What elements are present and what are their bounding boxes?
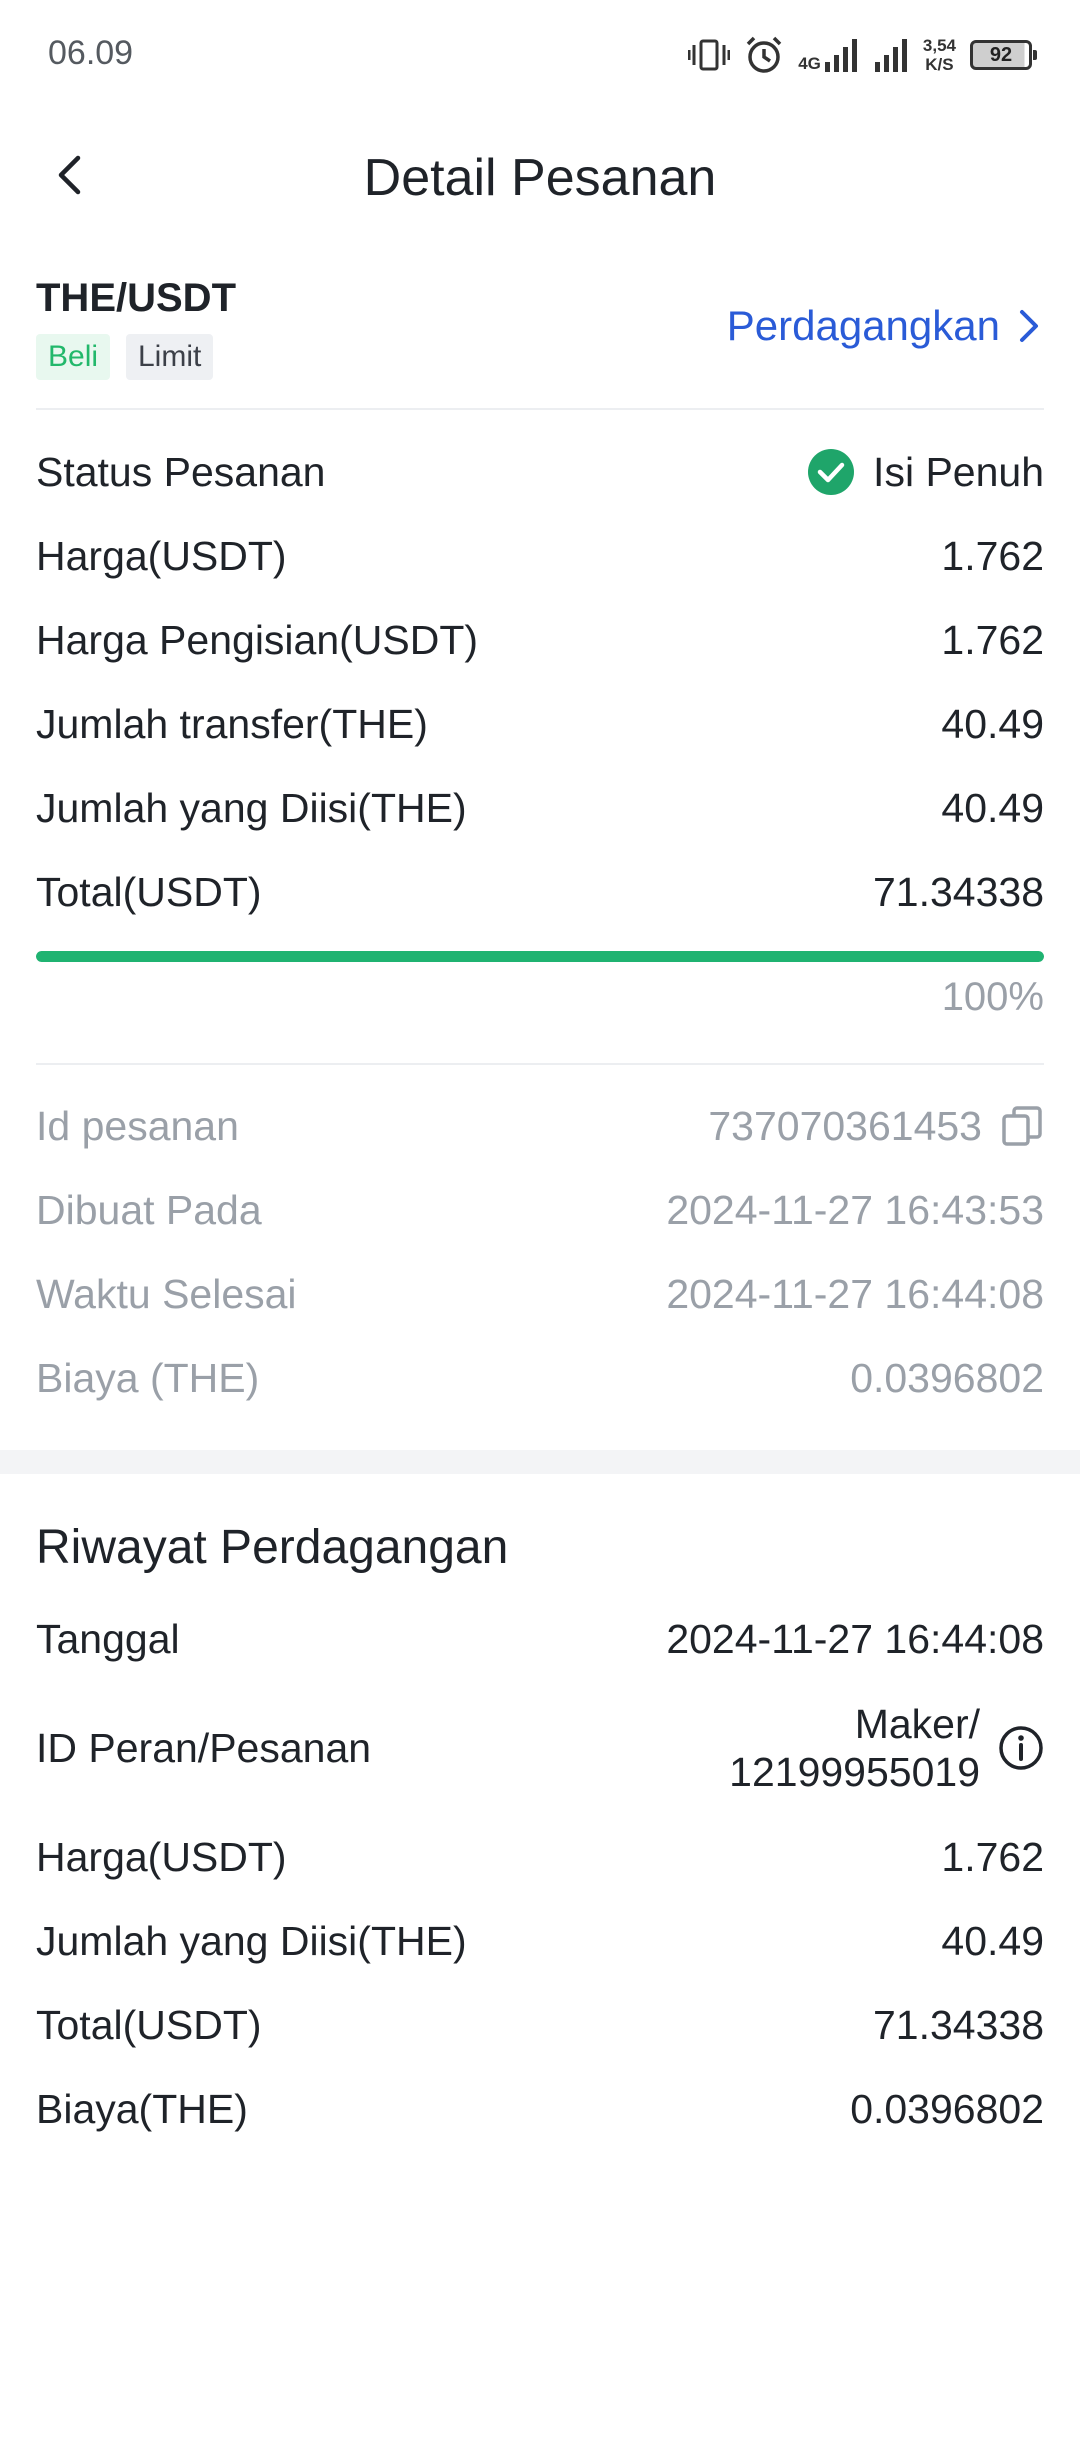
pair-name: THE/USDT bbox=[36, 276, 236, 320]
pair-block: THE/USDT Beli Limit Perdagangkan bbox=[36, 272, 1044, 412]
history-fee-value: 0.0396802 bbox=[850, 2085, 1044, 2132]
header: Detail Pesanan bbox=[0, 130, 1080, 220]
fill-progress-fill bbox=[36, 951, 1044, 962]
finished-label: Waktu Selesai bbox=[36, 1270, 297, 1317]
section-separator bbox=[0, 1450, 1080, 1474]
history-date-row: Tanggal 2024-11-27 16:44:08 bbox=[36, 1609, 1044, 1669]
divider bbox=[36, 408, 1044, 410]
total-row: Total(USDT) 71.34338 bbox=[36, 862, 1044, 922]
created-value: 2024-11-27 16:43:53 bbox=[666, 1186, 1044, 1233]
order-id-value: 737070361453 bbox=[708, 1102, 982, 1149]
order-id-label: Id pesanan bbox=[36, 1102, 239, 1149]
created-label: Dibuat Pada bbox=[36, 1186, 262, 1233]
signal-4g-icon: 4G bbox=[798, 38, 859, 72]
history-date-value: 2024-11-27 16:44:08 bbox=[666, 1615, 1044, 1662]
filled-label: Jumlah yang Diisi(THE) bbox=[36, 784, 467, 831]
fill-price-row: Harga Pengisian(USDT) 1.762 bbox=[36, 610, 1044, 670]
status-row: Status Pesanan Isi Penuh bbox=[36, 442, 1044, 502]
order-id-row: Id pesanan 737070361453 bbox=[36, 1096, 1044, 1156]
history-role-line2: 12199955019 bbox=[729, 1749, 980, 1795]
total-value: 71.34338 bbox=[872, 868, 1044, 915]
history-filled-label: Jumlah yang Diisi(THE) bbox=[36, 1917, 467, 1964]
network-speed-unit: K/S bbox=[925, 55, 954, 74]
order-id-value-group: 737070361453 bbox=[708, 1103, 1044, 1150]
signal-icon bbox=[874, 39, 907, 72]
amount-row: Jumlah transfer(THE) 40.49 bbox=[36, 694, 1044, 754]
history-price-row: Harga(USDT) 1.762 bbox=[36, 1827, 1044, 1887]
price-row: Harga(USDT) 1.762 bbox=[36, 526, 1044, 586]
history-role-value: Maker/ 12199955019 bbox=[729, 1700, 980, 1796]
page-title: Detail Pesanan bbox=[363, 149, 717, 207]
history-role-label: ID Peran/Pesanan bbox=[36, 1724, 372, 1771]
network-speed-value: 3,54 bbox=[922, 36, 956, 55]
side-tag: Beli bbox=[36, 334, 111, 380]
status-value-group: Isi Penuh bbox=[807, 448, 1044, 496]
battery-icon: 92 bbox=[970, 40, 1037, 70]
history-role-line1: Maker/ bbox=[854, 1701, 980, 1747]
history-fee-label: Biaya(THE) bbox=[36, 2085, 248, 2132]
copy-icon[interactable] bbox=[1000, 1104, 1044, 1148]
history-date-label: Tanggal bbox=[36, 1615, 180, 1662]
filled-row: Jumlah yang Diisi(THE) 40.49 bbox=[36, 778, 1044, 838]
fee-row: Biaya (THE) 0.0396802 bbox=[36, 1348, 1044, 1408]
chevron-right-icon bbox=[1020, 310, 1038, 342]
status-label: Status Pesanan bbox=[36, 448, 326, 495]
network-speed: 3,54 K/S bbox=[923, 36, 956, 74]
total-label: Total(USDT) bbox=[36, 868, 262, 915]
history-role-value-group: Maker/ 12199955019 bbox=[729, 1700, 1044, 1796]
created-row: Dibuat Pada 2024-11-27 16:43:53 bbox=[36, 1180, 1044, 1240]
fill-progress-bar bbox=[36, 951, 1044, 962]
history-price-label: Harga(USDT) bbox=[36, 1833, 287, 1880]
history-total-value: 71.34338 bbox=[872, 2001, 1044, 2048]
fill-progress-text: 100% bbox=[941, 975, 1044, 1019]
amount-label: Jumlah transfer(THE) bbox=[36, 700, 428, 747]
history-price-value: 1.762 bbox=[941, 1833, 1044, 1880]
finished-value: 2024-11-27 16:44:08 bbox=[666, 1270, 1044, 1317]
history-total-row: Total(USDT) 71.34338 bbox=[36, 1995, 1044, 2055]
check-circle-icon bbox=[808, 449, 855, 495]
trade-link[interactable]: Perdagangkan bbox=[727, 302, 1044, 350]
alarm-icon bbox=[746, 36, 782, 73]
filled-value: 40.49 bbox=[941, 784, 1044, 831]
status-icons: 4G 3,54 K/S 92 bbox=[688, 30, 1037, 80]
finished-row: Waktu Selesai 2024-11-27 16:44:08 bbox=[36, 1264, 1044, 1324]
vibrate-icon bbox=[688, 39, 731, 71]
battery-level: 92 bbox=[989, 43, 1013, 66]
info-icon[interactable] bbox=[998, 1725, 1044, 1771]
fee-label: Biaya (THE) bbox=[36, 1354, 260, 1401]
fee-value: 0.0396802 bbox=[850, 1354, 1044, 1401]
status-time: 06.09 bbox=[48, 34, 134, 72]
history-filled-value: 40.49 bbox=[941, 1917, 1044, 1964]
price-label: Harga(USDT) bbox=[36, 532, 287, 579]
divider bbox=[36, 1063, 1044, 1065]
history-fee-row: Biaya(THE) 0.0396802 bbox=[36, 2079, 1044, 2139]
trade-link-label: Perdagangkan bbox=[726, 302, 1000, 349]
status-value: Isi Penuh bbox=[873, 448, 1044, 495]
history-filled-row: Jumlah yang Diisi(THE) 40.49 bbox=[36, 1911, 1044, 1971]
order-type-tag: Limit bbox=[126, 334, 214, 380]
status-bar: 06.09 4G 3,54 K/S 92 bbox=[0, 0, 1080, 110]
history-total-label: Total(USDT) bbox=[36, 2001, 262, 2048]
net-type: 4G bbox=[798, 54, 821, 73]
history-title: Riwayat Perdagangan bbox=[36, 1521, 509, 1574]
amount-value: 40.49 bbox=[941, 700, 1044, 747]
fill-price-value: 1.762 bbox=[941, 616, 1044, 663]
fill-price-label: Harga Pengisian(USDT) bbox=[36, 616, 479, 663]
price-value: 1.762 bbox=[941, 532, 1044, 579]
history-role-row: ID Peran/Pesanan Maker/ 12199955019 bbox=[36, 1693, 1044, 1803]
